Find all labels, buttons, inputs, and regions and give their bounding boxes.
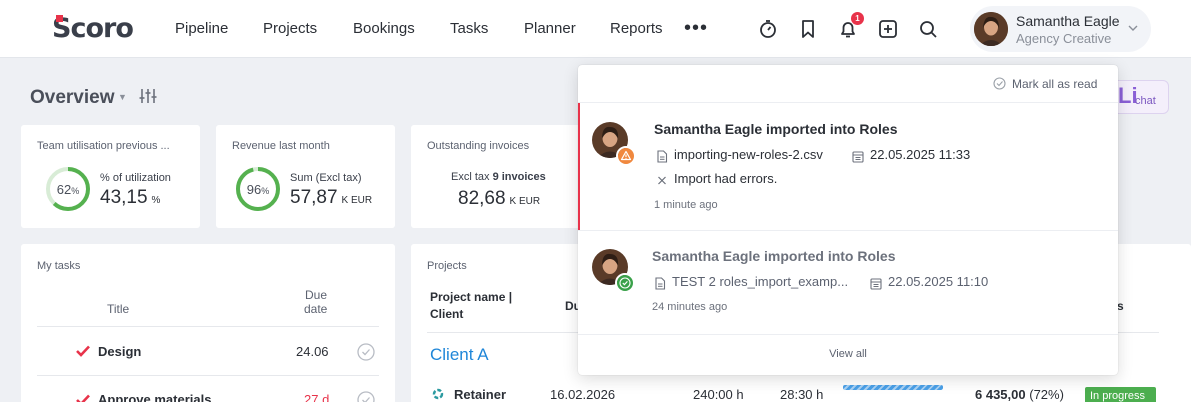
column-client: Client xyxy=(430,307,464,321)
divider xyxy=(37,326,379,327)
notification-time: 24 minutes ago xyxy=(652,301,728,313)
revenue-card[interactable]: Revenue last month 96% Sum (Excl tax) 57… xyxy=(216,125,395,228)
metric-value: 43,15% xyxy=(100,187,161,208)
column-title[interactable]: Title xyxy=(107,302,129,316)
ring-percent: 62% xyxy=(56,182,80,197)
success-icon xyxy=(615,273,635,293)
check-circle-icon xyxy=(993,77,1006,90)
nav-tasks[interactable]: Tasks xyxy=(450,20,488,38)
settings-sliders-icon[interactable] xyxy=(139,88,157,104)
notification-file[interactable]: importing-new-roles-2.csv xyxy=(674,147,823,162)
project-name[interactable]: Retainer xyxy=(454,387,506,402)
retainer-icon xyxy=(432,388,444,400)
metric-value: 82,68 K EUR xyxy=(458,188,541,209)
notification-title: Samantha Eagle imported into Roles xyxy=(652,248,896,264)
complete-task-icon[interactable] xyxy=(357,391,375,402)
project-spent: 28:30 h xyxy=(780,387,824,402)
divider xyxy=(578,334,1118,335)
my-tasks-panel: My tasks Title Due date Design 24.06 App… xyxy=(21,244,395,402)
notification-date: 22.05.2025 11:10 xyxy=(888,274,989,289)
checkmark-icon xyxy=(76,394,90,402)
task-due: 24.06 xyxy=(296,344,329,359)
client-group-title[interactable]: Client A xyxy=(430,345,489,365)
metric-value: 57,87 K EUR xyxy=(290,187,373,208)
project-hours: 240:00 h xyxy=(693,387,744,402)
metric-label: Sum (Excl tax) xyxy=(290,172,362,184)
nav-projects[interactable]: Projects xyxy=(263,20,317,38)
warning-icon xyxy=(616,146,636,166)
logo-text: Scoro xyxy=(52,13,134,44)
mark-all-read-button[interactable]: Mark all as read xyxy=(1012,77,1097,91)
nav-bookings[interactable]: Bookings xyxy=(353,20,415,38)
chat-button[interactable]: Li chat xyxy=(1110,80,1169,114)
project-amount: 6 435,00 (72%) xyxy=(975,387,1064,402)
calendar-icon xyxy=(870,278,882,290)
notification-title: Samantha Eagle imported into Roles xyxy=(654,121,898,137)
nav-more-button[interactable]: ••• xyxy=(684,18,708,38)
ring-percent: 96% xyxy=(246,182,270,197)
metric-label: % of utilization xyxy=(100,172,171,184)
avatar-portrait xyxy=(974,12,1008,46)
column-due-2: date xyxy=(304,302,328,316)
file-icon xyxy=(657,150,668,163)
status-badge: In progress xyxy=(1085,387,1156,402)
view-all-link[interactable]: View all xyxy=(578,348,1118,360)
notification-item[interactable]: Samantha Eagle imported into Roles impor… xyxy=(578,103,1118,230)
task-title[interactable]: Approve materials xyxy=(98,392,211,402)
nav-reports[interactable]: Reports xyxy=(610,20,663,38)
close-icon xyxy=(658,176,666,185)
add-icon[interactable] xyxy=(878,19,898,39)
complete-task-icon[interactable] xyxy=(357,343,375,361)
top-bar: Scoro Pipeline Projects Bookings Tasks P… xyxy=(0,0,1191,58)
card-title: Team utilisation previous ... xyxy=(37,140,170,152)
metric-label: Excl tax 9 invoices xyxy=(451,171,546,183)
divider xyxy=(37,375,379,376)
calendar-icon xyxy=(852,151,864,163)
file-icon xyxy=(655,277,666,290)
column-project-name[interactable]: Project name | xyxy=(430,290,512,304)
logo-mark xyxy=(56,15,63,22)
user-role: Agency Creative xyxy=(1016,31,1112,46)
chevron-down-icon xyxy=(1128,25,1138,31)
bookmark-icon[interactable] xyxy=(798,19,818,39)
notification-badge: 1 xyxy=(851,12,864,25)
caret-down-icon[interactable]: ▼ xyxy=(118,92,127,102)
user-menu[interactable]: Samantha Eagle Agency Creative xyxy=(970,6,1151,52)
notifications-panel: Mark all as read Samantha Eagle imported… xyxy=(578,65,1118,375)
notification-item[interactable]: Samantha Eagle imported into Roles TEST … xyxy=(578,231,1118,334)
card-title: Revenue last month xyxy=(232,140,330,152)
notification-time: 1 minute ago xyxy=(654,199,718,211)
user-name: Samantha Eagle xyxy=(1016,13,1120,29)
notification-file[interactable]: TEST 2 roles_import_examp... xyxy=(672,274,848,289)
card-title: Outstanding invoices xyxy=(427,140,530,152)
column-due[interactable]: Due xyxy=(305,288,327,302)
project-date: 16.02.2026 xyxy=(550,387,616,402)
notification-date: 22.05.2025 11:33 xyxy=(870,147,971,162)
task-title[interactable]: Design xyxy=(98,344,141,359)
nav-planner[interactable]: Planner xyxy=(524,20,576,38)
utilisation-card[interactable]: Team utilisation previous ... 62% % of u… xyxy=(21,125,200,228)
invoices-card[interactable]: Outstanding invoices Excl tax 9 invoices… xyxy=(411,125,591,228)
task-due: 27 d xyxy=(304,392,330,402)
chat-label: chat xyxy=(1135,95,1156,107)
timer-icon[interactable] xyxy=(758,19,778,39)
search-icon[interactable] xyxy=(918,19,938,39)
column-status-partial[interactable]: s xyxy=(1117,299,1124,313)
checkmark-icon xyxy=(76,345,90,357)
user-avatar xyxy=(974,12,1008,46)
nav-pipeline[interactable]: Pipeline xyxy=(175,20,228,38)
project-progress-bar xyxy=(843,385,943,390)
page-title: Overview xyxy=(30,87,115,108)
panel-title: Projects xyxy=(427,260,467,272)
notification-message: Import had errors. xyxy=(674,171,778,186)
panel-title: My tasks xyxy=(37,260,81,272)
